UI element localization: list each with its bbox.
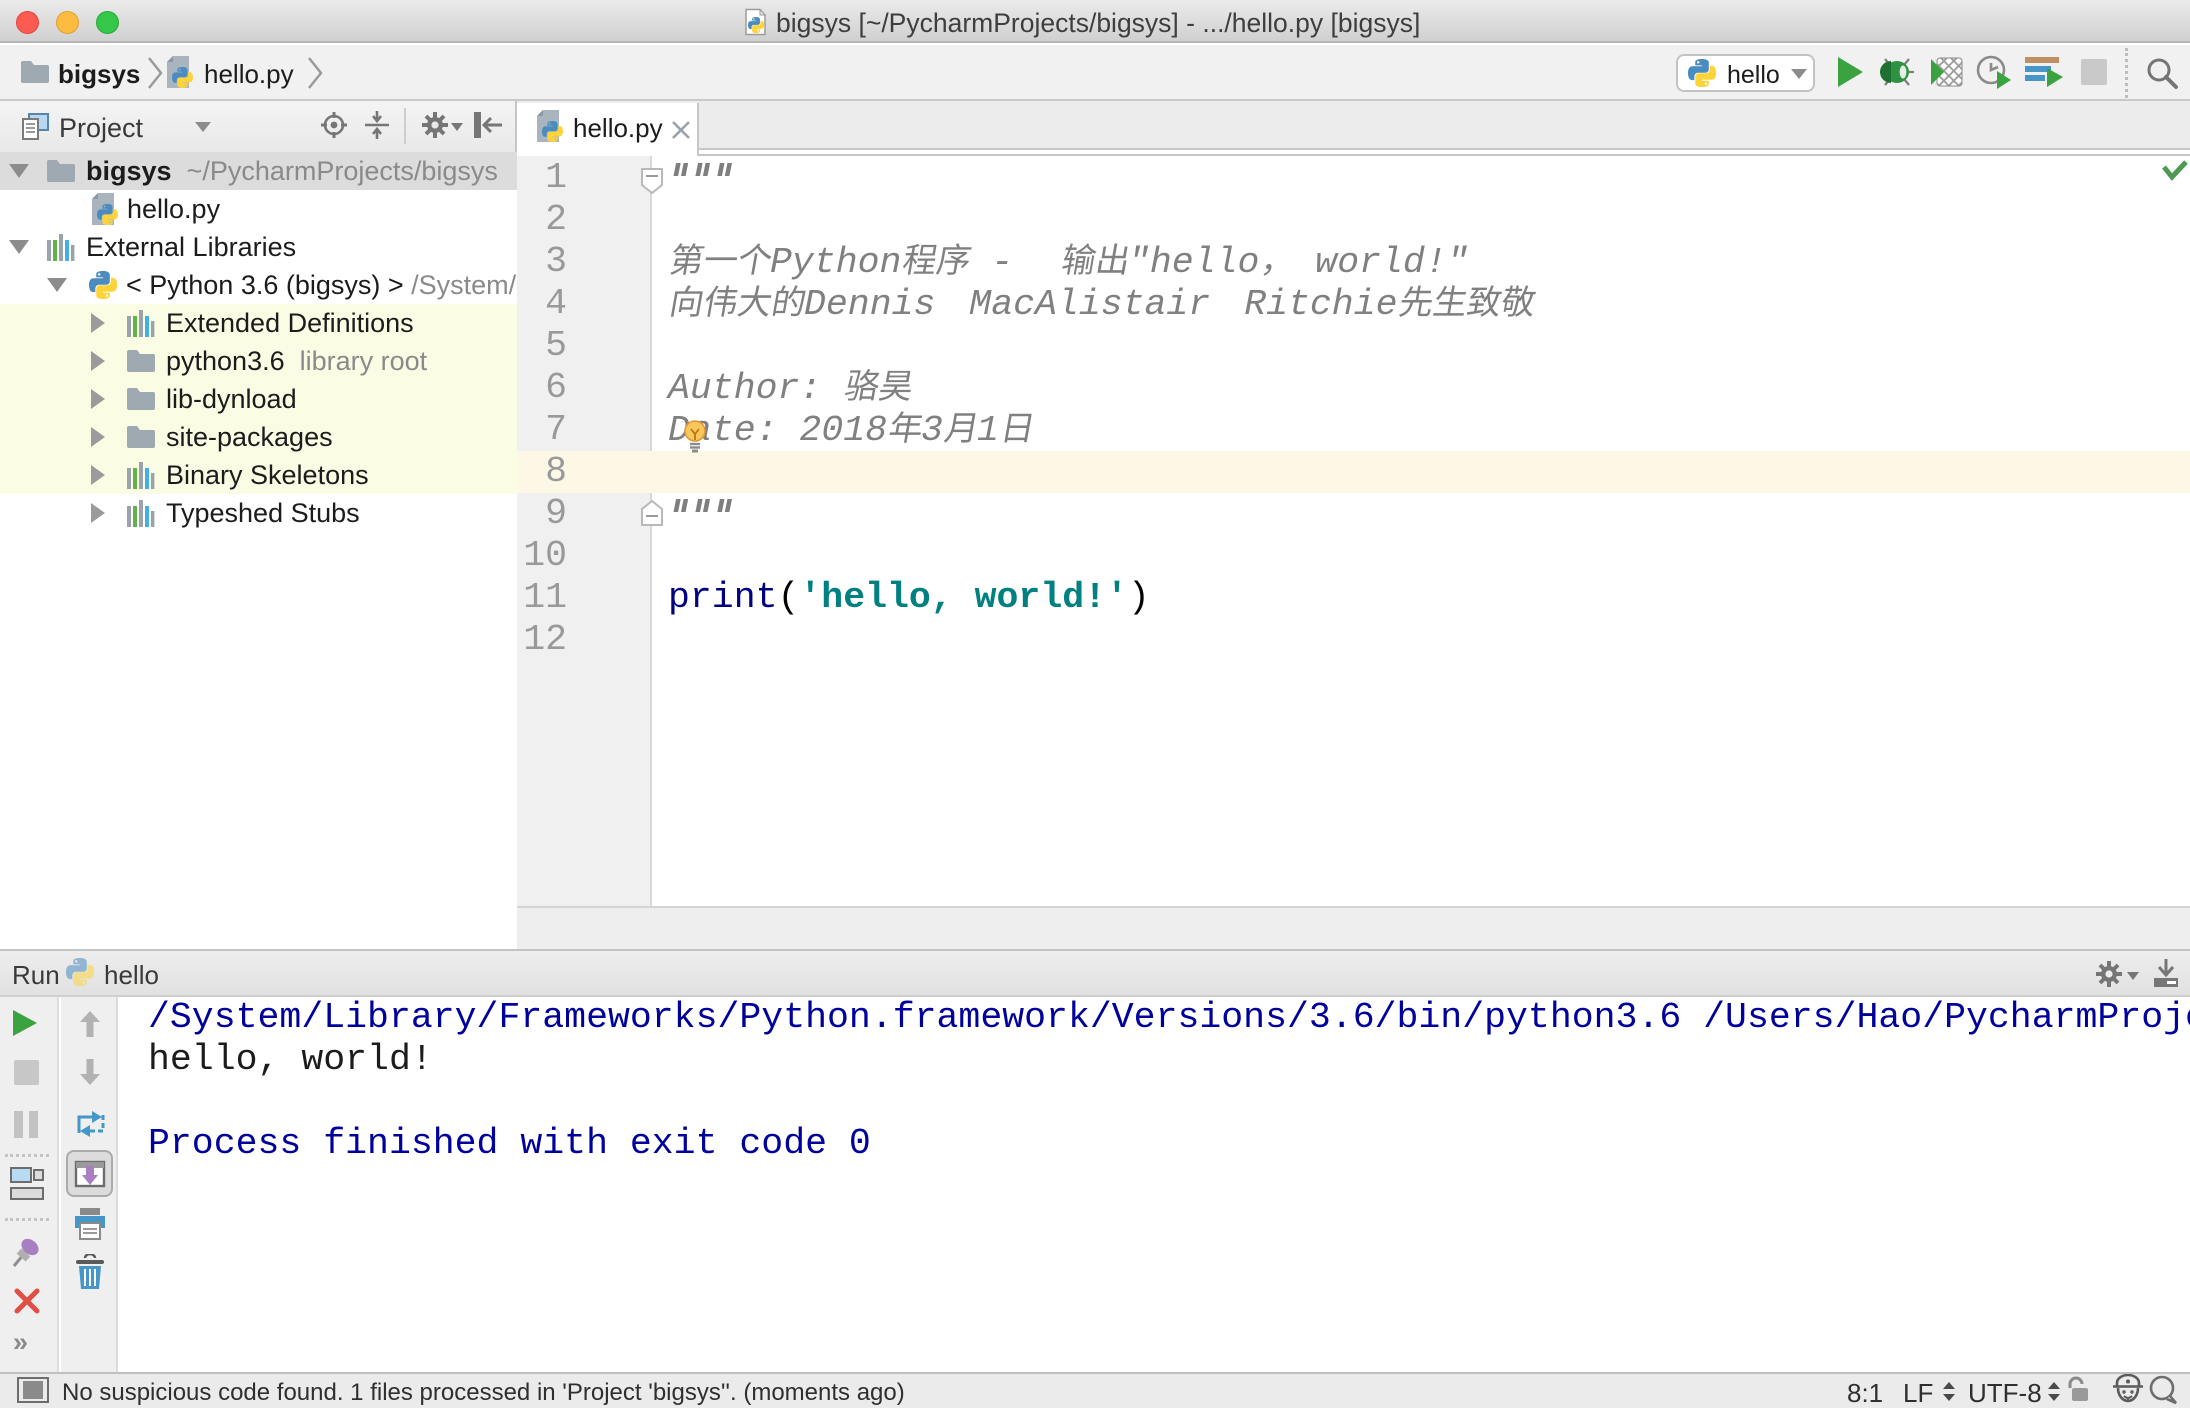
svg-text:-: - — [969, 242, 1035, 283]
svg-text:Author:: Author: — [666, 368, 843, 409]
svg-text:1: 1 — [977, 410, 999, 451]
svg-text:world!": world!" — [1315, 242, 1468, 283]
svg-text:3: 3 — [921, 410, 943, 451]
svg-text:"hello: "hello — [1128, 242, 1259, 283]
svg-text:Dennis: Dennis — [804, 284, 935, 325]
svg-text:Ritchie: Ritchie — [1244, 284, 1397, 325]
svg-text:MacAlistair: MacAlistair — [969, 284, 1210, 325]
svg-text:Python: Python — [770, 242, 901, 283]
